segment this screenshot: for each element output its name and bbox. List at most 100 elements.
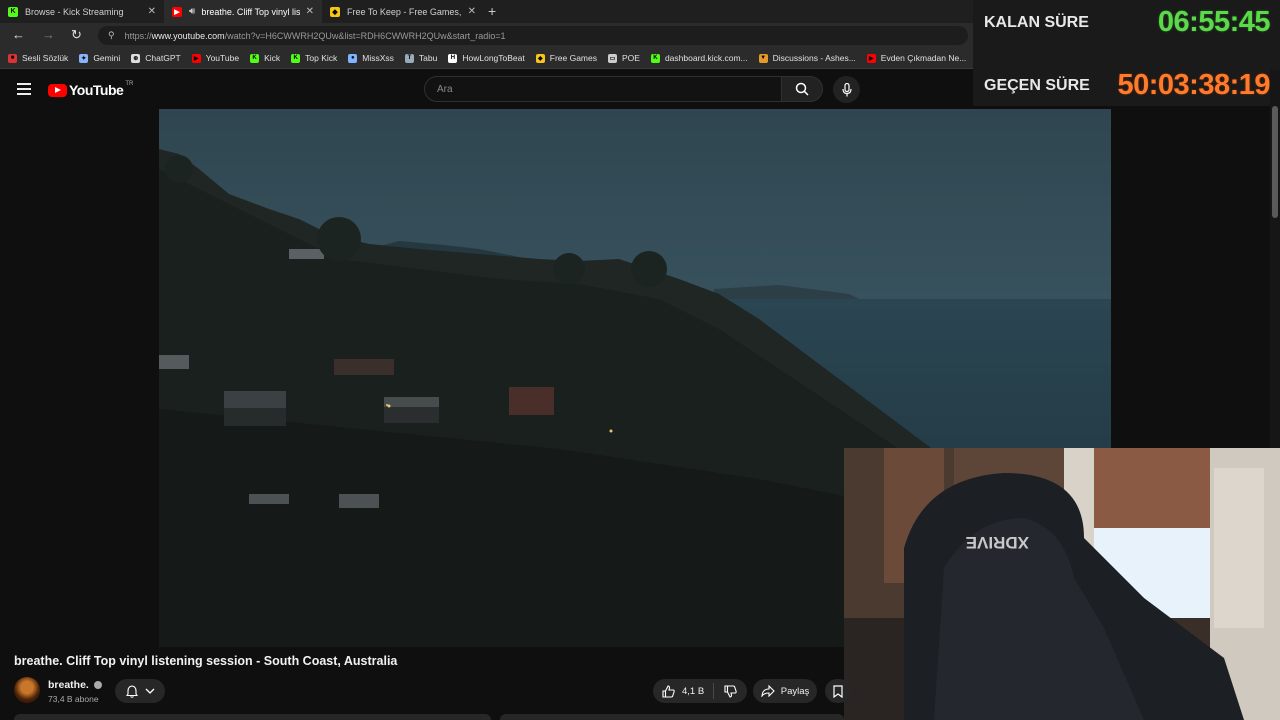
bookmark-label: MissXss	[362, 53, 394, 63]
tab-freetokeep[interactable]: ◆ Free To Keep - Free Games, Every ✕	[322, 0, 484, 23]
bookmark-label: YouTube	[205, 53, 240, 63]
youtube-icon: ▶	[866, 53, 876, 63]
share-label: Paylaş	[780, 685, 810, 697]
bookmark-item[interactable]: ■ Sesli Sözlük	[8, 53, 68, 63]
dislike-button[interactable]	[714, 684, 737, 698]
close-icon[interactable]: ✕	[468, 6, 476, 17]
address-bar[interactable]: ⚲ https://www.youtube.com/watch?v=H6CWWR…	[98, 26, 968, 45]
search-input[interactable]	[435, 82, 759, 96]
remaining-time-label: KALAN SÜRE	[984, 14, 1089, 31]
bookmark-label: Gemini	[93, 53, 121, 63]
elapsed-time-label: GEÇEN SÜRE	[984, 77, 1090, 94]
bookmark-item[interactable]: Kdashboard.kick.com...	[650, 53, 748, 63]
tab-youtube[interactable]: ▶ 🔊︎ breathe. Cliff Top vinyl listening …	[164, 0, 322, 23]
tab-title: Browse - Kick Streaming	[25, 6, 124, 17]
ashes-icon: ▼	[758, 53, 768, 63]
bookmark-label: Kick	[264, 53, 281, 63]
kick-icon: K	[8, 6, 18, 17]
bookmark-item[interactable]: T Tabu	[404, 53, 438, 63]
chatgpt-icon: ⊛	[131, 53, 141, 63]
close-icon[interactable]: ✕	[148, 6, 156, 17]
thumbs-up-icon	[662, 684, 675, 698]
webcam-overlay: XDRIVE	[844, 448, 1280, 720]
new-tab-button[interactable]: +	[488, 3, 496, 19]
bookmark-label: HowLongToBeat	[462, 53, 525, 63]
search-icon	[795, 82, 809, 96]
url-text: https://www.youtube.com/watch?v=H6CWWRH2…	[124, 30, 506, 41]
remaining-time-value: 06:55:45	[1157, 6, 1271, 38]
bookmark-item[interactable]: ▭ POE	[608, 53, 640, 63]
hltb-icon: H	[448, 53, 458, 63]
elapsed-time-value: 50:03:38:19	[1117, 69, 1271, 101]
back-button[interactable]: ←	[12, 27, 25, 42]
bookmark-icon	[833, 684, 843, 698]
bookmark-item[interactable]: K Kick	[250, 53, 280, 63]
save-button[interactable]	[825, 679, 851, 703]
voice-search-button[interactable]	[833, 76, 860, 103]
youtube-logo[interactable]: YouTube TR	[48, 81, 133, 98]
bookmark-label: ChatGPT	[145, 53, 181, 63]
chair-logo-text: XDRIVE	[966, 533, 1029, 552]
reload-button[interactable]: ↻	[71, 27, 82, 43]
thumbs-down-icon	[724, 684, 737, 698]
bookmark-label: Top Kick	[305, 53, 338, 63]
channel-name[interactable]: breathe.	[48, 679, 102, 691]
kick-icon: K	[291, 53, 301, 63]
kick-icon: K	[250, 53, 260, 63]
flag-icon: ■	[8, 53, 17, 63]
site-info-icon[interactable]: ⚲	[108, 30, 115, 41]
youtube-icon: ▶	[191, 53, 201, 63]
close-icon[interactable]: ✕	[306, 6, 314, 17]
youtube-icon: ▶	[172, 6, 182, 17]
tab-kick[interactable]: K Browse - Kick Streaming ✕	[0, 0, 164, 23]
notification-dropdown-button[interactable]	[115, 679, 165, 703]
search-box	[424, 76, 782, 102]
share-icon	[761, 685, 775, 697]
bookmark-item[interactable]: ▶ Evden Çıkmadan Ne...	[866, 53, 967, 63]
gemini-icon: ✦	[79, 53, 89, 63]
speaker-icon[interactable]: 🔊︎	[189, 6, 195, 17]
comment-section-edge	[14, 714, 491, 720]
bookmark-item[interactable]: ▶ YouTube	[191, 53, 240, 63]
elapsed-time-row: GEÇEN SÜRE 50:03:38:19	[973, 53, 1280, 106]
bookmark-item[interactable]: H HowLongToBeat	[448, 53, 525, 63]
bookmark-item[interactable]: ● MissXss	[348, 53, 394, 63]
logo-wordmark: YouTube	[69, 82, 124, 98]
kick-icon: K	[650, 53, 660, 63]
bookmark-item[interactable]: ▼ Discussions - Ashes...	[758, 53, 856, 63]
description-edge	[500, 714, 844, 720]
bookmark-label: Evden Çıkmadan Ne...	[880, 53, 967, 63]
tag-icon: ◆	[330, 6, 340, 17]
forward-button[interactable]: →	[42, 27, 55, 42]
chevron-down-icon	[145, 688, 154, 694]
bookmark-item[interactable]: ✦ Gemini	[79, 53, 120, 63]
channel-avatar[interactable]	[14, 677, 40, 703]
bookmark-label: Sesli Sözlük	[22, 53, 69, 63]
menu-icon[interactable]	[17, 83, 31, 98]
bookmark-label: Discussions - Ashes...	[772, 53, 856, 63]
bookmark-item[interactable]: K Top Kick	[291, 53, 337, 63]
verified-icon	[93, 681, 102, 689]
subscriber-count: 73,4 B abone	[48, 694, 99, 704]
tab-title: Free To Keep - Free Games, Every	[347, 6, 462, 17]
tab-title: breathe. Cliff Top vinyl listening sessi…	[201, 6, 300, 17]
tabu-icon: T	[404, 53, 414, 63]
video-title: breathe. Cliff Top vinyl listening sessi…	[14, 654, 398, 668]
scrollbar-thumb[interactable]	[1272, 106, 1278, 218]
bookmark-label: dashboard.kick.com...	[664, 53, 748, 63]
bookmark-label: POE	[622, 53, 640, 63]
bell-icon	[125, 684, 138, 698]
share-button[interactable]: Paylaş	[753, 679, 817, 703]
like-dislike-group: 4,1 B	[653, 679, 747, 703]
stream-timer-overlay: KALAN SÜRE 06:55:45 GEÇEN SÜRE 50:03:38:…	[973, 0, 1280, 106]
bookmark-label: Free Games	[549, 53, 597, 63]
bookmark-label: Tabu	[418, 53, 438, 63]
webcam-feed: XDRIVE	[844, 448, 1280, 720]
bookmark-item[interactable]: ⊛ ChatGPT	[131, 53, 181, 63]
remaining-time-row: KALAN SÜRE 06:55:45	[973, 0, 1280, 53]
search-button[interactable]	[781, 76, 823, 102]
like-count: 4,1 B	[682, 685, 705, 697]
youtube-icon	[48, 83, 67, 97]
like-button[interactable]: 4,1 B	[653, 684, 705, 698]
bookmark-item[interactable]: ◆ Free Games	[535, 53, 597, 63]
